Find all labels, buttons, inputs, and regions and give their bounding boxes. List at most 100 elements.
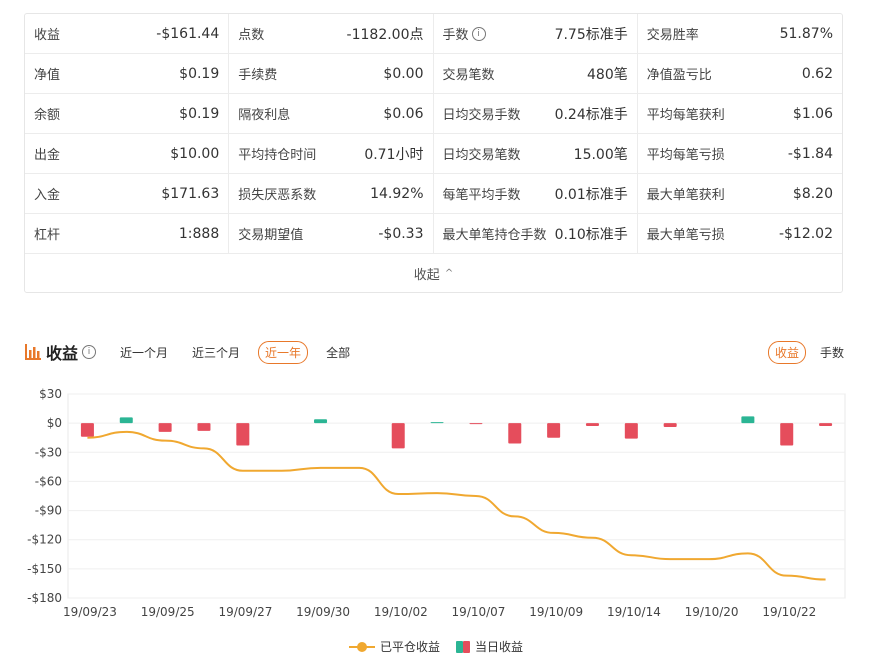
y-tick-label: -$150 — [27, 562, 62, 576]
stat-value: -$0.33 — [378, 225, 424, 242]
legend-label: 已平仓收益 — [379, 640, 440, 654]
stat-label-text: 净值盈亏比 — [646, 68, 712, 83]
daily-profit-bar — [780, 423, 794, 446]
y-tick-label: -$90 — [35, 504, 62, 518]
chart-title: 收益 — [46, 344, 79, 363]
stat-label-text: 杠杆 — [34, 228, 61, 243]
stat-label-text: 交易期望值 — [238, 228, 304, 243]
closed-profit-line — [87, 430, 826, 581]
time-filter-tab[interactable]: 近一年 — [258, 340, 309, 364]
stat-cell: 日均交易手数 0.24标准手 — [433, 94, 638, 134]
stat-label-text: 平均每笔获利 — [646, 108, 725, 123]
daily-profit-bar — [585, 423, 599, 427]
legend-item-daily-profit[interactable]: 当日收益 — [456, 638, 523, 655]
stat-cell: 平均每笔亏损 -$1.84 — [637, 134, 842, 174]
stat-value: 7.75标准手 — [554, 26, 628, 43]
stat-label-text: 每笔平均手数 — [442, 188, 521, 203]
stat-cell: 隔夜利息 $0.06 — [229, 94, 434, 134]
time-filters: 近一个月 近三个月 近一年 全部 — [114, 340, 356, 364]
daily-profit-bar — [80, 423, 94, 437]
metric-tabs: 收益 手数 — [767, 340, 850, 364]
stat-label-text: 手数 — [442, 28, 469, 43]
daily-profit-bar — [314, 419, 328, 424]
stat-label: 平均每笔亏损 — [647, 144, 725, 163]
stat-value: 15.00笔 — [573, 146, 628, 163]
stat-label: 日均交易笔数 — [443, 144, 521, 163]
daily-profit-bar — [158, 423, 172, 432]
stat-cell: 手数 i 7.75标准手 — [433, 14, 638, 54]
legend-item-closed-profit[interactable]: 已平仓收益 — [348, 638, 440, 655]
stat-value: 0.24标准手 — [554, 106, 628, 123]
stat-label: 交易笔数 — [443, 64, 495, 83]
stat-value: $8.20 — [792, 185, 833, 202]
chevron-up-icon: ^ — [444, 267, 454, 279]
time-filter-tab[interactable]: 全部 — [320, 342, 356, 363]
stat-label: 日均交易手数 — [443, 104, 521, 123]
daily-profit-bar — [663, 423, 677, 428]
daily-profit-bar — [819, 423, 833, 427]
stat-cell: 点数 -1182.00点 — [229, 14, 434, 54]
metric-tab[interactable]: 收益 — [767, 340, 806, 364]
plot-frame — [67, 393, 846, 599]
bar-chart-icon — [25, 344, 41, 360]
stat-cell: 净值 $0.19 — [25, 54, 230, 94]
stats-grid: 收益 -$161.44 点数 -1182.00点 手数 i 7.75标准手 交易胜率 51.87… — [25, 14, 842, 254]
stat-label-text: 交易胜率 — [646, 28, 699, 43]
stat-label: 净值 — [34, 64, 60, 83]
stat-value: 14.92% — [370, 185, 424, 202]
stat-label-text: 点数 — [238, 28, 265, 43]
stat-label-text: 平均持仓时间 — [238, 148, 317, 163]
stat-cell: 交易胜率 51.87% — [637, 14, 842, 54]
stat-value: 0.71小时 — [364, 146, 424, 163]
stat-label-text: 损失厌恶系数 — [238, 188, 317, 203]
stat-label: 交易期望值 — [238, 224, 303, 243]
x-tick-label: 19/10/20 — [685, 605, 739, 619]
stat-cell: 平均每笔获利 $1.06 — [637, 94, 842, 134]
stat-label-text: 日均交易笔数 — [442, 148, 521, 163]
daily-profit-bar — [119, 417, 133, 424]
stat-value: -1182.00点 — [346, 26, 424, 43]
stat-value: 0.01标准手 — [554, 186, 628, 203]
stat-value: $10.00 — [170, 145, 220, 162]
stat-cell: 平均持仓时间 0.71小时 — [229, 134, 434, 174]
time-filter-tab[interactable]: 近一个月 — [114, 342, 174, 363]
daily-profit-bar — [508, 423, 522, 444]
stat-label: 最大单笔亏损 — [647, 224, 725, 243]
metric-tab[interactable]: 手数 — [814, 342, 850, 363]
stat-label-text: 净值 — [34, 68, 61, 83]
stats-card: 收益 -$161.44 点数 -1182.00点 手数 i 7.75标准手 交易胜率 51.87… — [24, 13, 843, 293]
stat-label: 平均持仓时间 — [238, 144, 316, 163]
stat-value: -$12.02 — [778, 225, 833, 242]
stat-label-text: 日均交易手数 — [442, 108, 521, 123]
stat-label-text: 平均每笔亏损 — [646, 148, 725, 163]
stat-cell: 交易笔数 480笔 — [433, 54, 638, 94]
stat-label-text: 交易笔数 — [442, 68, 495, 83]
profit-chart: $30 $0 -$30 -$60 -$90 -$120 -$150 -$18019/09/23… — [27, 387, 846, 619]
stat-label: 交易胜率 — [647, 24, 699, 43]
x-tick-label: 19/09/25 — [141, 605, 195, 619]
stat-cell: 最大单笔持仓手数 0.10标准手 — [433, 214, 638, 254]
bar-legend-icon — [456, 640, 470, 653]
info-icon[interactable]: i — [82, 345, 97, 359]
stat-label-text: 隔夜利息 — [238, 108, 291, 123]
stat-value: 1:888 — [178, 225, 220, 242]
stat-label-text: 最大单笔亏损 — [646, 228, 725, 243]
daily-profit-bar — [624, 423, 638, 439]
daily-profit-bar — [547, 423, 561, 438]
stat-value: 0.62 — [801, 65, 833, 82]
stat-label-text: 收益 — [34, 28, 61, 43]
y-tick-label: -$180 — [27, 591, 62, 605]
stat-value: 0.10标准手 — [554, 226, 628, 243]
info-icon[interactable]: i — [471, 26, 486, 41]
stat-value: $1.06 — [792, 105, 833, 122]
stat-cell: 损失厌恶系数 14.92% — [229, 174, 434, 214]
stat-label: 手数 i — [443, 24, 486, 43]
stat-label: 净值盈亏比 — [647, 64, 712, 83]
stat-cell: 最大单笔获利 $8.20 — [637, 174, 842, 214]
collapse-button[interactable]: 收起 ^ — [25, 254, 842, 292]
collapse-label: 收起 — [413, 267, 440, 283]
stat-value: $0.00 — [383, 65, 424, 82]
time-filter-tab[interactable]: 近三个月 — [186, 342, 246, 363]
stat-label: 入金 — [34, 184, 60, 203]
x-tick-label: 19/10/14 — [607, 605, 661, 619]
